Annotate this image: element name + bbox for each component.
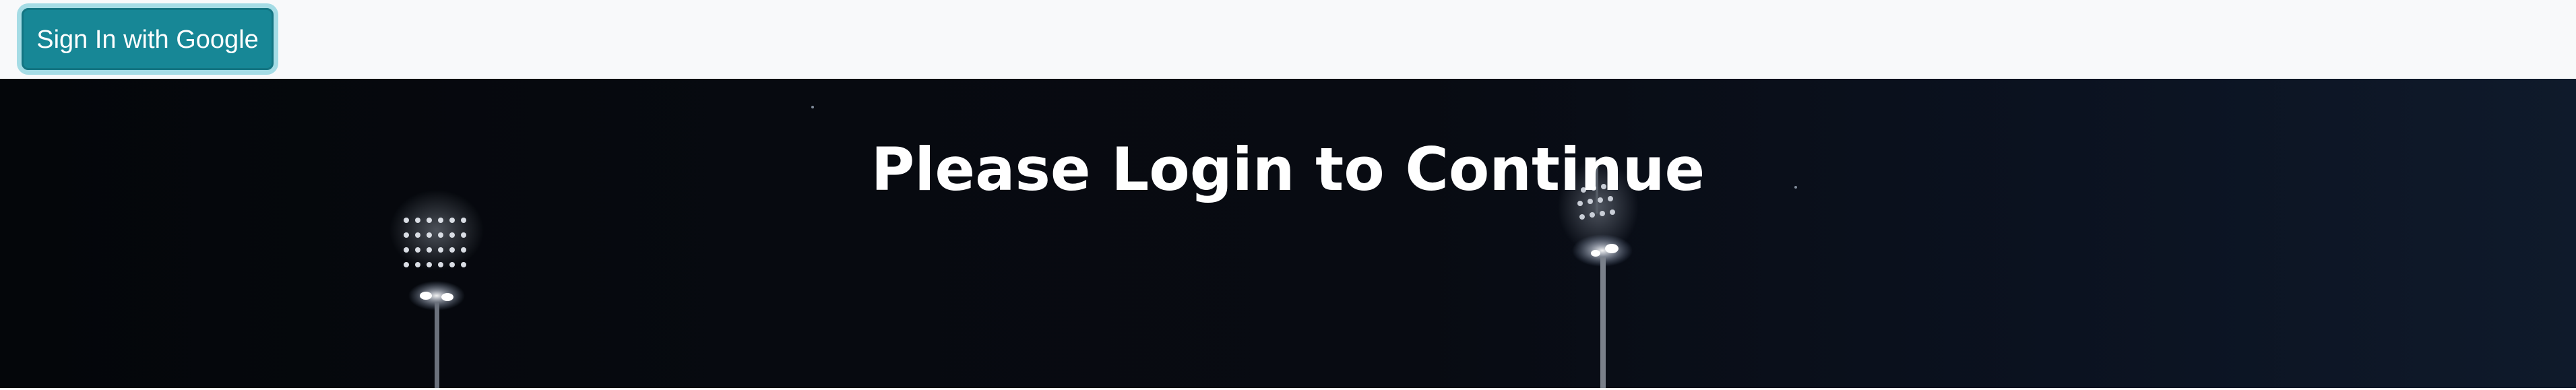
stadium-floodlights-image — [389, 106, 1797, 388]
top-navbar: Sign In with Google — [0, 0, 2576, 79]
sign-in-with-google-button[interactable]: Sign In with Google — [22, 8, 274, 70]
left-floodlight-tower — [389, 190, 484, 388]
page-title: Please Login to Continue — [871, 135, 1705, 204]
hero-banner: Please Login to Continue — [0, 79, 2576, 388]
